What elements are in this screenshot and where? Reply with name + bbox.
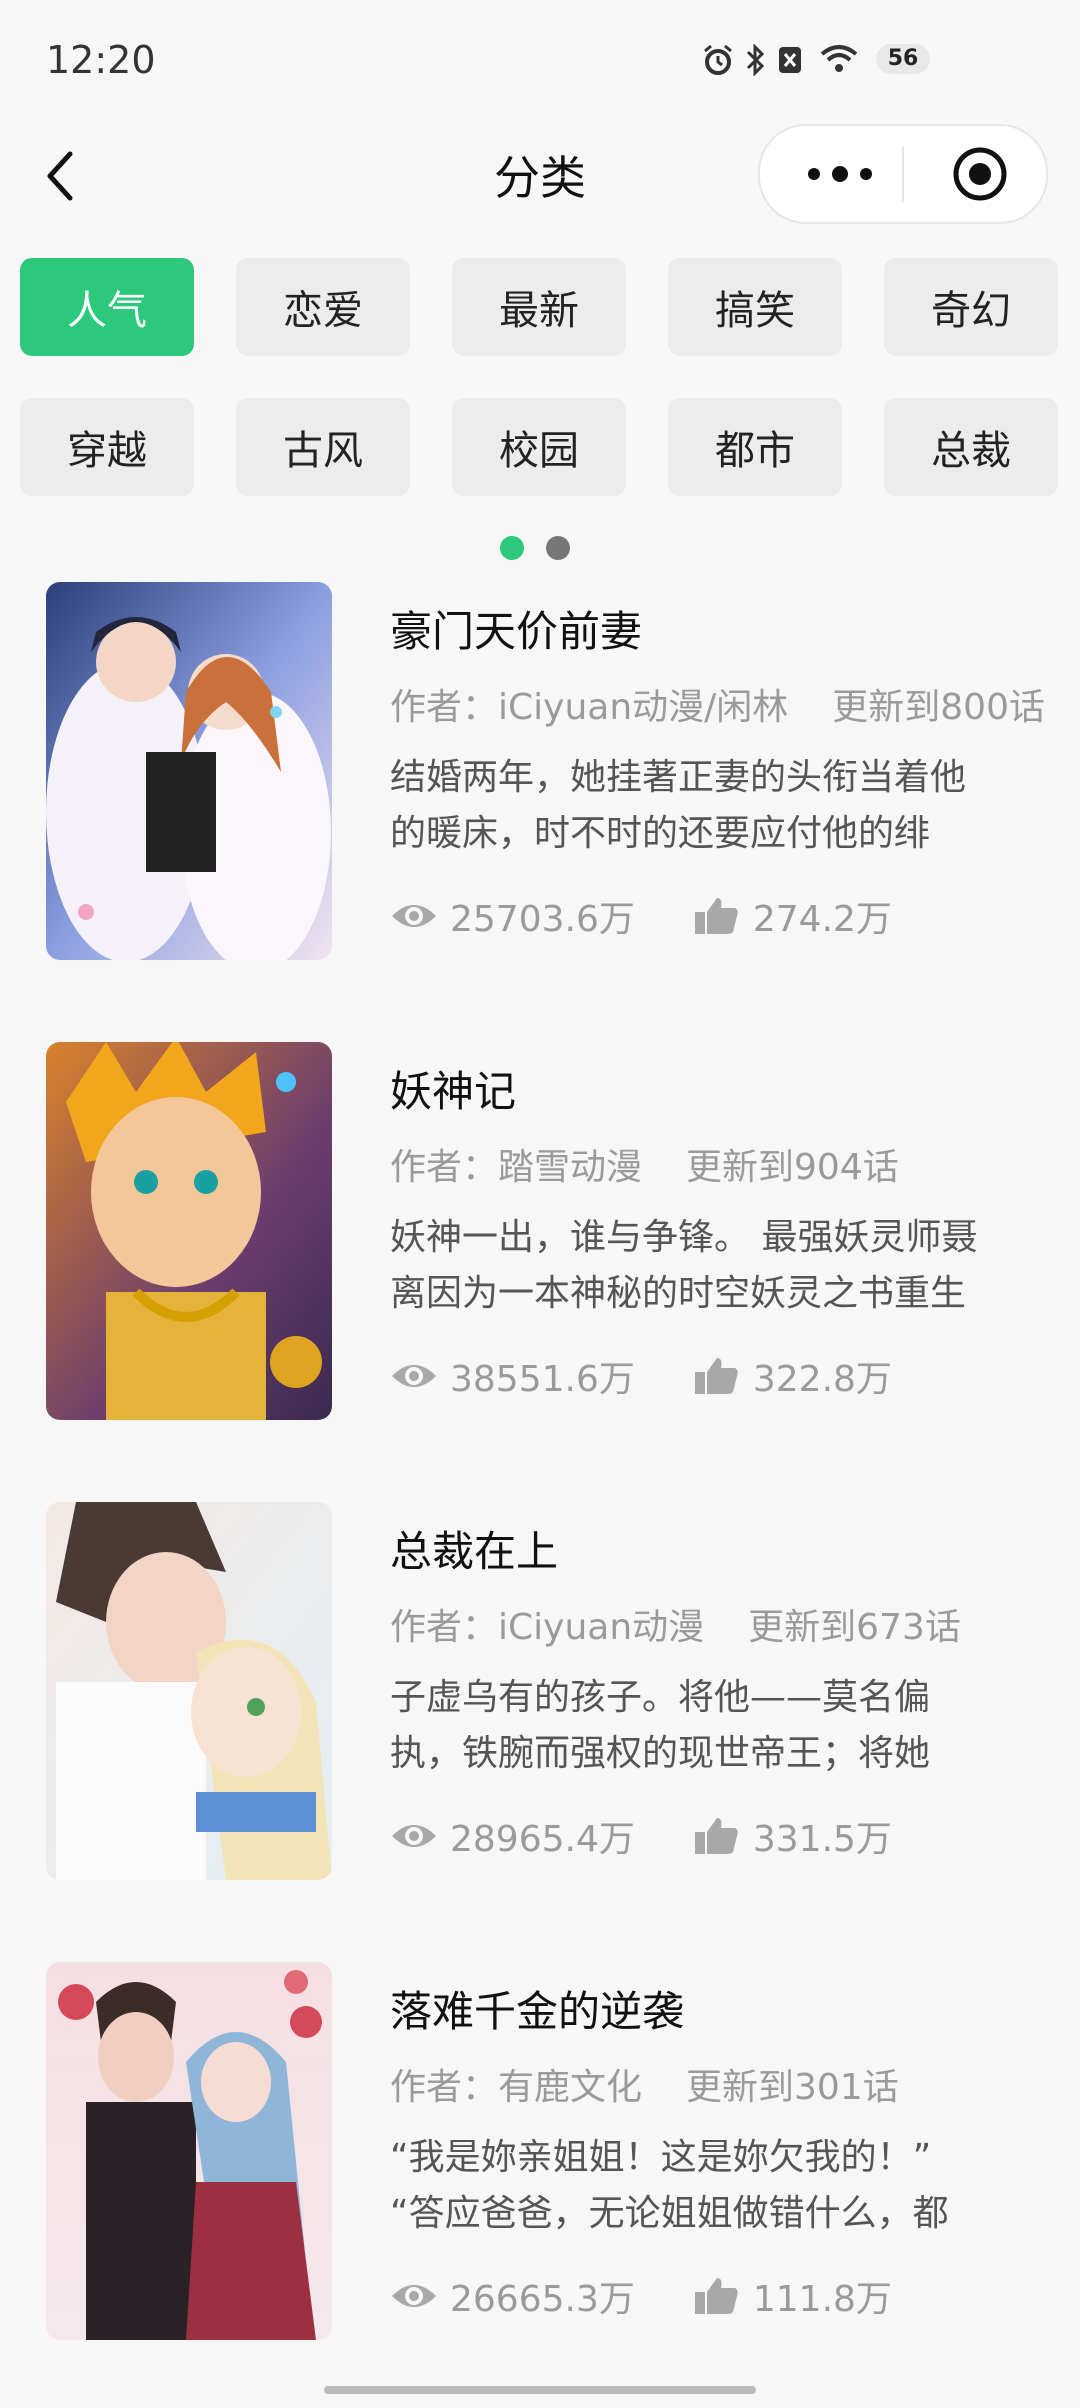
comic-meta: 作者：iCiyuan动漫 更新到673话 [390, 1598, 961, 1650]
miniprogram-capsule [758, 124, 1048, 224]
alarm-icon [704, 44, 732, 75]
comic-author: 作者：踏雪动漫 [390, 1147, 643, 1188]
comic-author: 作者：iCiyuan动漫 [390, 1607, 705, 1648]
comic-list-item[interactable]: 落难千金的逆袭 作者：有鹿文化 更新到301话 “我是妳亲姐姐！这是妳欠我的！” “… [0, 1960, 1080, 2360]
comic-description: “我是妳亲姐姐！这是妳欠我的！” “答应爸爸，无论姐姐做错什么，都 [390, 2130, 990, 2242]
thumbs-up-icon [694, 1358, 738, 1394]
category-chip-comedy[interactable]: 搞笑 [668, 258, 842, 356]
comic-stats: 26665.3万 111.8万 [390, 2270, 892, 2322]
thumbs-up-icon [694, 898, 738, 934]
category-chip-romance[interactable]: 恋爱 [236, 258, 410, 356]
view-count: 26665.3万 [450, 2279, 635, 2320]
comic-description-line: 子虚乌有的孩子。将他——莫名偏 [390, 1677, 931, 1718]
eye-icon [392, 1365, 436, 1387]
view-count: 38551.6万 [450, 1359, 635, 1400]
page-indicator [500, 536, 570, 560]
comic-description-line: “我是妳亲姐姐！这是妳欠我的！” [390, 2137, 932, 2178]
comic-list-item[interactable]: 妖神记 作者：踏雪动漫 更新到904话 妖神一出，谁与争锋。 最强妖灵师聂 离因为一… [0, 1040, 1080, 1440]
sim-icon [779, 47, 801, 73]
category-row: 人气 恋爱 最新 搞笑 奇幻 [20, 258, 1080, 356]
comic-list-item[interactable]: 总裁在上 作者：iCiyuan动漫 更新到673话 子虚乌有的孩子。将他——莫名偏… [0, 1500, 1080, 1900]
battery-level: 56 [876, 44, 930, 74]
page-dot-active[interactable] [500, 536, 524, 560]
battery-indicator: 56 [876, 44, 930, 74]
comic-description: 妖神一出，谁与争锋。 最强妖灵师聂 离因为一本神秘的时空妖灵之书重生 [390, 1210, 990, 1322]
category-chip-popular[interactable]: 人气 [20, 258, 194, 356]
category-chip-campus[interactable]: 校园 [452, 398, 626, 496]
category-chip-ancient[interactable]: 古风 [236, 398, 410, 496]
more-dots-icon[interactable] [800, 156, 880, 192]
comic-description: 子虚乌有的孩子。将他——莫名偏 执，铁腕而强权的现世帝王；将她 [390, 1670, 990, 1782]
like-count: 111.8万 [752, 2279, 892, 2320]
comic-update-status: 更新到800话 [832, 687, 1045, 728]
comic-meta: 作者：有鹿文化 更新到301话 [390, 2058, 899, 2110]
home-indicator[interactable] [324, 2386, 756, 2394]
comic-title: 妖神记 [390, 1067, 517, 1116]
comic-description-line: 离因为一本神秘的时空妖灵之书重生 [390, 1273, 967, 1314]
eye-icon [392, 1825, 436, 1847]
comic-description-line: 结婚两年，她挂著正妻的头衔当着他 [390, 757, 967, 798]
thumbs-up-icon [694, 2278, 738, 2314]
category-chip-newest[interactable]: 最新 [452, 258, 626, 356]
bluetooth-icon [746, 44, 765, 76]
comic-stats: 38551.6万 322.8万 [390, 1350, 892, 1402]
like-count: 322.8万 [752, 1359, 892, 1400]
comic-author: 作者：iCiyuan动漫/闲林 [390, 687, 789, 728]
comic-title: 落难千金的逆袭 [390, 1987, 685, 2036]
comic-cover-image[interactable] [46, 582, 332, 960]
like-count: 331.5万 [752, 1819, 892, 1860]
like-count: 274.2万 [752, 899, 892, 940]
comic-cover-image[interactable] [46, 1042, 332, 1420]
comic-stats: 28965.4万 331.5万 [390, 1810, 892, 1862]
comic-update-status: 更新到673话 [748, 1607, 961, 1648]
status-bar: 12:20 56 [0, 0, 1080, 120]
wifi-icon [820, 45, 858, 72]
comic-description-line: “答应爸爸，无论姐姐做错什么，都 [390, 2193, 949, 2234]
eye-icon [392, 2285, 436, 2307]
comic-title: 总裁在上 [390, 1527, 559, 1576]
status-time: 12:20 [46, 38, 156, 82]
comic-description-line: 执，铁腕而强权的现世帝王；将她 [390, 1733, 931, 1774]
view-count: 25703.6万 [450, 899, 635, 940]
close-target-icon[interactable] [952, 146, 1008, 202]
category-chip-ceo[interactable]: 总裁 [884, 398, 1058, 496]
page-dot[interactable] [546, 536, 570, 560]
eye-icon [392, 905, 436, 927]
category-chip-urban[interactable]: 都市 [668, 398, 842, 496]
comic-title: 豪门天价前妻 [390, 607, 643, 656]
category-chip-time-travel[interactable]: 穿越 [20, 398, 194, 496]
comic-description: 结婚两年，她挂著正妻的头衔当着他 的暖床，时不时的还要应付他的绯 [390, 750, 990, 862]
thumbs-up-icon [694, 1818, 738, 1854]
comic-cover-image[interactable] [46, 1502, 332, 1880]
navigation-bar: 分类 [0, 120, 1080, 230]
capsule-divider [902, 146, 904, 202]
category-chip-fantasy[interactable]: 奇幻 [884, 258, 1058, 356]
comic-meta: 作者：踏雪动漫 更新到904话 [390, 1138, 899, 1190]
category-grid: 人气 恋爱 最新 搞笑 奇幻 穿越 古风 校园 都市 总裁 [20, 258, 1080, 538]
comic-description-line: 妖神一出，谁与争锋。 最强妖灵师聂 [390, 1217, 978, 1258]
comic-author: 作者：有鹿文化 [390, 2067, 643, 2108]
comic-update-status: 更新到904话 [686, 1147, 899, 1188]
view-count: 28965.4万 [450, 1819, 635, 1860]
category-row: 穿越 古风 校园 都市 总裁 [20, 398, 1080, 496]
comic-cover-image[interactable] [46, 1962, 332, 2340]
comic-meta: 作者：iCiyuan动漫/闲林 更新到800话 [390, 678, 1045, 730]
comic-description-line: 的暖床，时不时的还要应付他的绯 [390, 813, 931, 854]
comic-stats: 25703.6万 274.2万 [390, 890, 892, 942]
comic-list-item[interactable]: 豪门天价前妻 作者：iCiyuan动漫/闲林 更新到800话 结婚两年，她挂著正妻… [0, 580, 1080, 980]
comic-update-status: 更新到301话 [686, 2067, 899, 2108]
